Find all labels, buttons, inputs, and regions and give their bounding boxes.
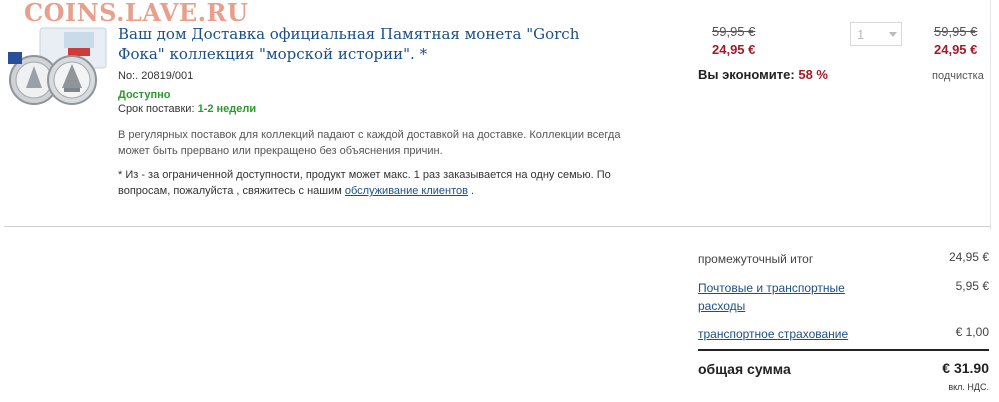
total-value: € 31.90: [942, 360, 989, 376]
delivery-label: Срок поставки:: [118, 103, 195, 115]
quantity-value: 1: [857, 27, 865, 42]
total-label: общая сумма: [698, 361, 791, 377]
panel-border: [990, 0, 991, 230]
customer-service-link[interactable]: обслуживание клиентов: [345, 185, 468, 197]
subtotal-label: промежуточный итог: [698, 252, 814, 266]
chevron-down-icon: [889, 32, 897, 37]
vat-note: вкл. НДС.: [948, 382, 989, 392]
insurance-link[interactable]: транспортное страхование: [698, 327, 848, 341]
shipping-label: Почтовые и транспортные расходы: [698, 279, 878, 315]
savings-value: 58 %: [798, 67, 828, 82]
savings-label: Вы экономите:: [698, 67, 795, 82]
shipping-link[interactable]: Почтовые и транспортные расходы: [698, 281, 845, 313]
product-image[interactable]: [6, 22, 110, 106]
collection-note: В регулярных поставок для коллекций пада…: [118, 129, 621, 157]
quantity-select[interactable]: 1: [850, 22, 902, 46]
product-title[interactable]: Ваш дом Доставка официальная Памятная мо…: [118, 24, 598, 64]
delivery-value: 1-2 недели: [197, 103, 257, 115]
section-divider: [4, 226, 990, 227]
line-old-price: 59,95 €: [934, 24, 978, 39]
line-new-price: 24,95 €: [934, 42, 978, 57]
subtotal-value: 24,95 €: [948, 250, 989, 264]
product-sku: No:. 20819/001: [118, 70, 194, 82]
unit-old-price: 59,95 €: [712, 24, 756, 39]
unit-new-price: 24,95 €: [712, 42, 756, 57]
delivery-time: Срок поставки: 1-2 недели: [118, 103, 256, 115]
insurance-label: транспортное страхование: [698, 325, 848, 343]
limit-note-end: .: [468, 185, 475, 197]
limit-note: * Из - за ограниченной доступности, прод…: [118, 167, 638, 199]
total-divider: [698, 349, 989, 351]
line-total-caption: подчистка: [932, 70, 984, 82]
shipping-value: 5,95 €: [955, 279, 989, 293]
insurance-value: € 1,00: [955, 325, 989, 339]
availability-status: Доступно: [118, 89, 171, 101]
savings: Вы экономите: 58 %: [698, 67, 828, 82]
